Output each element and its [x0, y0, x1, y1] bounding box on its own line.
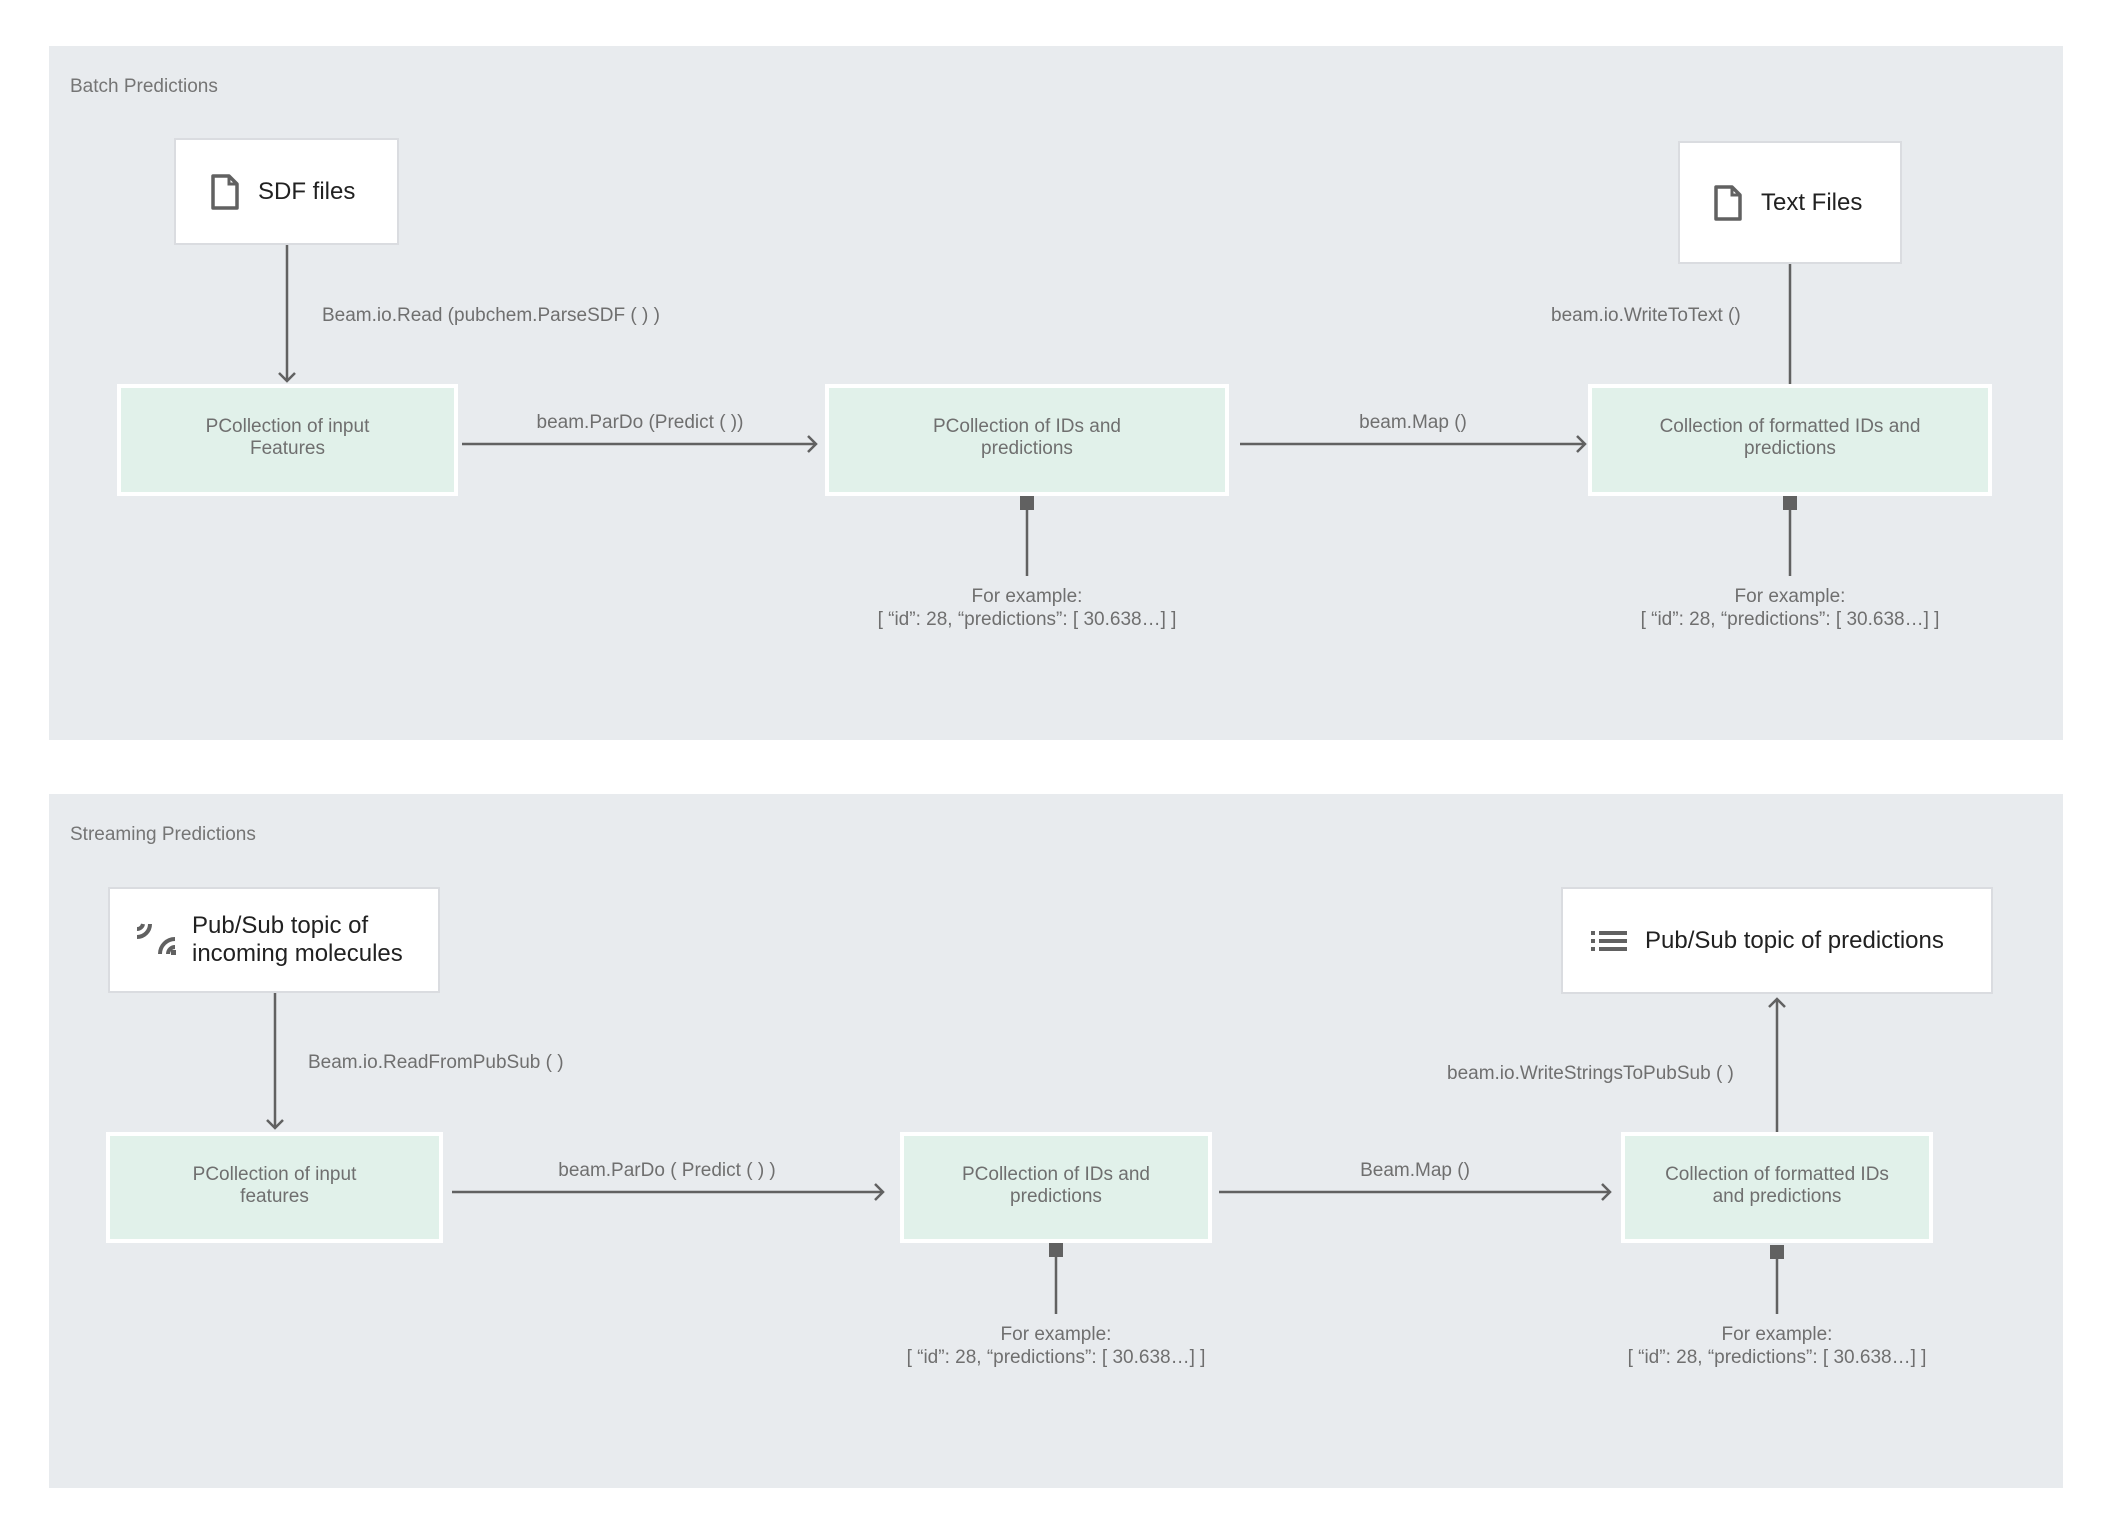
edge-label-read: Beam.io.Read (pubchem.ParseSDF ( ) ) [322, 305, 660, 326]
pcollection-ids-predictions: PCollection of IDs and predictions [825, 384, 1229, 496]
example-heading: For example: [971, 586, 1083, 607]
source-label: Pub/Sub topic of incoming molecules [192, 912, 403, 967]
example-annotation: For example: [ “id”: 28, “predictions”: … [907, 1323, 1206, 1369]
sink-pubsub-predictions: Pub/Sub topic of predictions [1561, 887, 1993, 994]
example-annotation: For example: [ “id”: 28, “predictions”: … [878, 585, 1177, 631]
list-icon [1591, 930, 1627, 952]
example-annotation: For example: [ “id”: 28, “predictions”: … [1628, 1323, 1927, 1369]
pcollection-input-features: PCollection of input Features [117, 384, 458, 496]
collection-formatted-ids-predictions: Collection of formatted IDs and predicti… [1588, 384, 1992, 496]
sink-label: Pub/Sub topic of predictions [1645, 926, 1944, 954]
edge-label-write: beam.io.WriteStringsToPubSub ( ) [1447, 1063, 1734, 1084]
panel-title: Batch Predictions [70, 76, 218, 97]
example-value: [ “id”: 28, “predictions”: [ 30.638…] ] [877, 609, 1177, 630]
edge-label-map: Beam.Map () [1360, 1160, 1470, 1181]
example-heading: For example: [1000, 1324, 1112, 1345]
panel-title: Streaming Predictions [70, 824, 256, 845]
example-value: [ “id”: 28, “predictions”: [ 30.638…] ] [1640, 609, 1940, 630]
example-heading: For example: [1734, 586, 1846, 607]
sink-text-files: Text Files [1678, 141, 1902, 264]
collection-formatted-ids-predictions: Collection of formatted IDs and predicti… [1621, 1132, 1933, 1243]
pcollection-input-features: PCollection of input features [106, 1132, 443, 1243]
example-annotation: For example: [ “id”: 28, “predictions”: … [1641, 585, 1940, 631]
source-pubsub-incoming: Pub/Sub topic of incoming molecules [108, 887, 440, 993]
edge-label-predict: beam.ParDo (Predict ( )) [536, 412, 744, 433]
pcollection-ids-predictions: PCollection of IDs and predictions [900, 1132, 1212, 1243]
example-heading: For example: [1721, 1324, 1833, 1345]
edge-label-read: Beam.io.ReadFromPubSub ( ) [308, 1052, 564, 1073]
edge-label-map: beam.Map () [1359, 412, 1467, 433]
edge-label-predict: beam.ParDo ( Predict ( ) ) [558, 1160, 776, 1181]
file-icon [1713, 184, 1743, 222]
edge-label-write: beam.io.WriteToText () [1551, 305, 1741, 326]
example-value: [ “id”: 28, “predictions”: [ 30.638…] ] [906, 1347, 1206, 1368]
example-value: [ “id”: 28, “predictions”: [ 30.638…] ] [1627, 1347, 1927, 1368]
file-icon [210, 173, 240, 211]
source-sdf-files: SDF files [174, 138, 399, 245]
sink-label: Text Files [1761, 188, 1863, 216]
pubsub-stream-icon [136, 922, 176, 958]
source-label: SDF files [258, 177, 356, 205]
